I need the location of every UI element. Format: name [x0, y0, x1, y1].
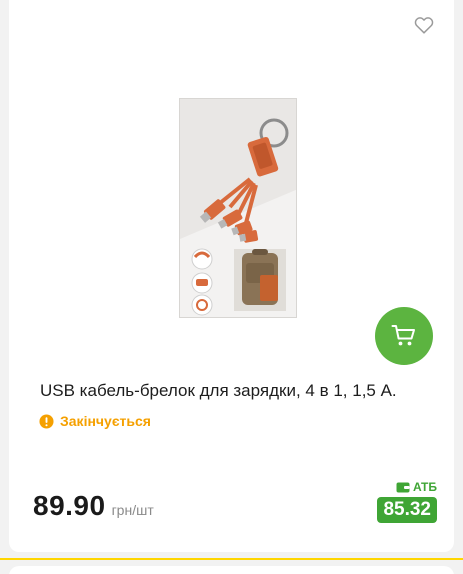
wallet-icon	[396, 482, 410, 492]
page: USB кабель-брелок для зарядки, 4 в 1, 1,…	[0, 0, 463, 574]
store-label: АТБ	[367, 480, 437, 494]
wishlist-button[interactable]	[413, 14, 435, 36]
regular-price: 89.90	[33, 490, 106, 521]
next-product-card[interactable]	[9, 566, 454, 574]
section-divider	[0, 558, 463, 560]
price-unit: грн/шт	[111, 502, 154, 518]
product-package-illustration	[180, 99, 296, 317]
store-price-block: АТБ 85.32	[367, 480, 437, 523]
product-image[interactable]	[179, 98, 297, 318]
store-label-text: АТБ	[412, 480, 437, 494]
product-title[interactable]: USB кабель-брелок для зарядки, 4 в 1, 1,…	[40, 381, 440, 401]
price-row: 89.90 грн/шт	[33, 490, 154, 522]
exclamation-circle-icon	[39, 413, 54, 429]
stock-status-label: Закінчується	[60, 413, 151, 429]
product-card[interactable]: USB кабель-брелок для зарядки, 4 в 1, 1,…	[9, 0, 454, 552]
stock-status: Закінчується	[39, 413, 151, 429]
add-to-cart-button[interactable]	[375, 307, 433, 365]
cart-icon	[391, 325, 415, 346]
heart-outline-icon	[414, 17, 434, 34]
store-price: 85.32	[377, 497, 437, 523]
